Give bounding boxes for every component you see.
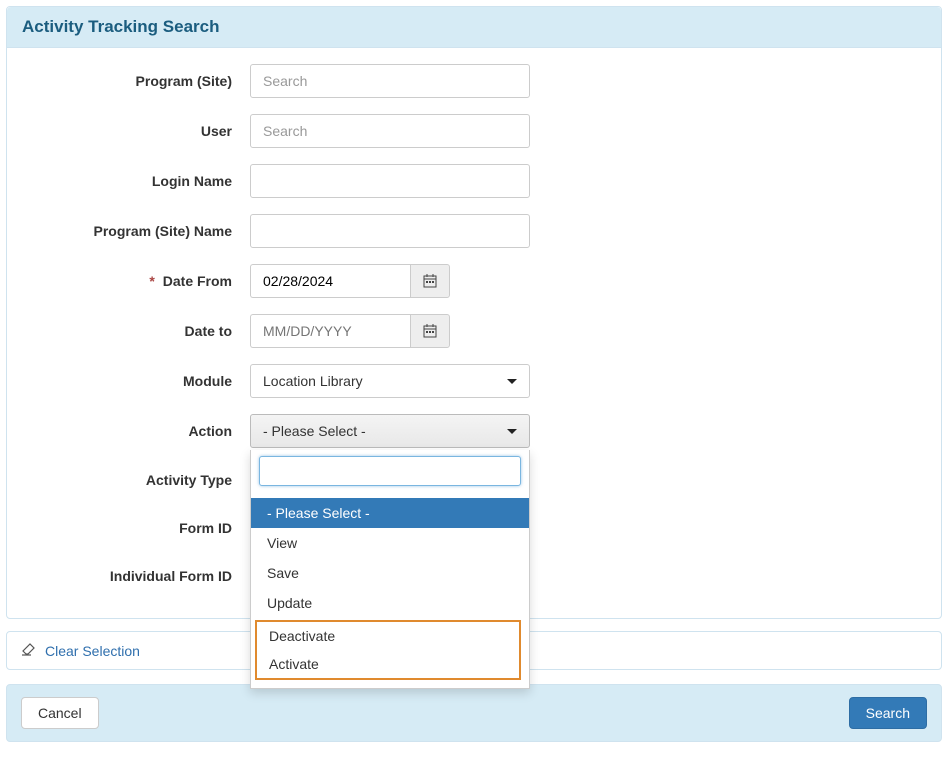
action-dropdown-panel: - Please Select -ViewSaveUpdateDeactivat… xyxy=(250,450,530,689)
row-action: Action - Please Select - - Please Select… xyxy=(25,414,923,448)
cancel-button[interactable]: Cancel xyxy=(21,697,99,729)
row-program-site-name: Program (Site) Name xyxy=(25,214,923,248)
user-input[interactable] xyxy=(250,114,530,148)
label-date-from: * Date From xyxy=(25,273,250,289)
label-module: Module xyxy=(25,373,250,389)
action-option[interactable]: Deactivate xyxy=(257,622,519,650)
label-user: User xyxy=(25,123,250,139)
form-body: Program (Site) User Login Name Program (… xyxy=(7,48,941,618)
action-select-container: - Please Select - - Please Select -ViewS… xyxy=(250,414,530,448)
date-to-picker-button[interactable] xyxy=(410,314,450,348)
row-user: User xyxy=(25,114,923,148)
label-date-from-text: Date From xyxy=(163,273,232,289)
label-login-name: Login Name xyxy=(25,173,250,189)
action-option[interactable]: Activate xyxy=(257,650,519,678)
activity-tracking-search-panel: Activity Tracking Search Program (Site) … xyxy=(6,6,942,619)
action-option[interactable]: Update xyxy=(251,588,529,618)
label-activity-type: Activity Type xyxy=(25,472,250,488)
module-select[interactable]: Location Library xyxy=(250,364,530,398)
action-option[interactable]: - Please Select - xyxy=(251,498,529,528)
label-action: Action xyxy=(25,423,250,439)
row-module: Module Location Library xyxy=(25,364,923,398)
eraser-icon xyxy=(21,642,37,659)
clear-selection-link[interactable]: Clear Selection xyxy=(45,643,140,659)
date-from-wrap xyxy=(250,264,450,298)
row-date-from: * Date From xyxy=(25,264,923,298)
module-select-value: Location Library xyxy=(263,373,363,389)
login-name-input[interactable] xyxy=(250,164,530,198)
row-login-name: Login Name xyxy=(25,164,923,198)
date-to-input[interactable] xyxy=(250,314,410,348)
program-site-input[interactable] xyxy=(250,64,530,98)
required-marker: * xyxy=(149,273,154,289)
row-program-site: Program (Site) xyxy=(25,64,923,98)
action-dropdown-list: - Please Select -ViewSaveUpdateDeactivat… xyxy=(251,498,529,680)
calendar-icon xyxy=(423,274,437,288)
date-from-picker-button[interactable] xyxy=(410,264,450,298)
action-highlight-group: DeactivateActivate xyxy=(255,620,521,680)
label-program-site-name: Program (Site) Name xyxy=(25,223,250,239)
search-button[interactable]: Search xyxy=(849,697,927,729)
date-to-wrap xyxy=(250,314,450,348)
program-site-name-input[interactable] xyxy=(250,214,530,248)
action-option[interactable]: Save xyxy=(251,558,529,588)
caret-down-icon xyxy=(507,429,517,434)
label-individual-form-id: Individual Form ID xyxy=(25,568,250,584)
calendar-icon xyxy=(423,324,437,338)
label-program-site: Program (Site) xyxy=(25,73,250,89)
action-dropdown-search[interactable] xyxy=(259,456,521,486)
action-option[interactable]: View xyxy=(251,528,529,558)
label-date-to: Date to xyxy=(25,323,250,339)
caret-down-icon xyxy=(507,379,517,384)
panel-title: Activity Tracking Search xyxy=(7,7,941,48)
date-from-input[interactable] xyxy=(250,264,410,298)
label-form-id: Form ID xyxy=(25,520,250,536)
action-select-value: - Please Select - xyxy=(263,423,366,439)
action-select[interactable]: - Please Select - xyxy=(250,414,530,448)
row-date-to: Date to xyxy=(25,314,923,348)
footer-actions-panel: Cancel Search xyxy=(6,684,942,742)
